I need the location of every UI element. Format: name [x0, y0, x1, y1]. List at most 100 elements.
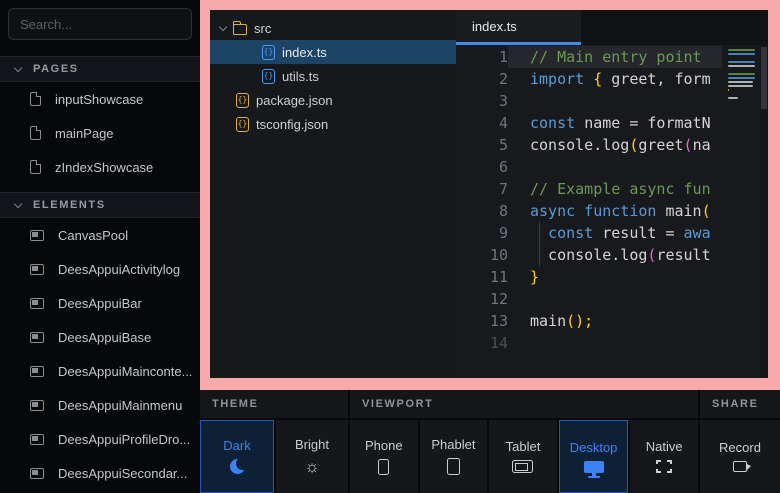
viewport-phablet-button[interactable]: Phablet — [420, 420, 488, 493]
theme-bright-button[interactable]: Bright — [276, 420, 348, 493]
sidebar-item-label: DeesAppuiMainmenu — [58, 398, 182, 413]
sidebar-item-label: inputShowcase — [55, 92, 143, 107]
sidebar-item-label: mainPage — [55, 126, 114, 141]
button-label: Native — [646, 440, 683, 453]
sidebar-item-label: DeesAppuiBar — [58, 296, 142, 311]
share-group: Record — [700, 420, 780, 493]
viewport-group: Phone Phablet Tablet Desktop Native — [350, 420, 698, 493]
chevron-down-icon — [14, 63, 22, 71]
properties-bar-buttons: Dark Bright Phone Phablet Tabl — [200, 420, 780, 493]
desktop-monitor-icon — [584, 461, 604, 473]
element-icon — [30, 400, 44, 411]
code-line: 3 — [456, 90, 722, 112]
code-line: 10 console.log(result — [456, 244, 722, 266]
json-file-icon — [236, 117, 249, 132]
search-input[interactable] — [8, 8, 192, 40]
moon-icon — [230, 459, 245, 474]
code-lines[interactable]: 1// Main entry point2import { greet, for… — [456, 46, 722, 378]
element-icon — [30, 468, 44, 479]
minimap[interactable] — [728, 49, 758, 378]
button-label: Dark — [223, 439, 250, 452]
sidebar-item-deesappuimainmenu[interactable]: DeesAppuiMainmenu — [0, 388, 200, 422]
viewport-desktop-button[interactable]: Desktop — [559, 420, 629, 493]
sidebar-item-deesappuiactivitylog[interactable]: DeesAppuiActivitylog — [0, 252, 200, 286]
chevron-down-icon — [219, 22, 227, 30]
sidebar-item-deesappuimainconte[interactable]: DeesAppuiMainconte... — [0, 354, 200, 388]
code-editor: index.ts 1// Main entry point2import { g… — [456, 10, 768, 378]
sidebar-item-inputshowcase[interactable]: inputShowcase — [0, 82, 200, 116]
sidebar-item-canvaspool[interactable]: CanvasPool — [0, 218, 200, 252]
button-label: Desktop — [570, 441, 618, 454]
page-icon — [30, 160, 41, 174]
element-icon — [30, 434, 44, 445]
tree-file-utils-ts[interactable]: utils.ts — [210, 64, 456, 88]
sidebar-item-mainpage[interactable]: mainPage — [0, 116, 200, 150]
file-tree: src index.ts utils.ts package.json tscon… — [210, 10, 456, 378]
sidebar-section-elements[interactable]: ELEMENTS — [0, 192, 200, 218]
tree-label: src — [254, 21, 271, 36]
sidebar-item-deesappuibase[interactable]: DeesAppuiBase — [0, 320, 200, 354]
element-icon — [30, 332, 44, 343]
page-icon — [30, 126, 41, 140]
sidebar-item-label: DeesAppuiMainconte... — [58, 364, 192, 379]
element-icon — [30, 366, 44, 377]
scrollbar-thumb[interactable] — [761, 47, 767, 109]
sidebar-item-zindexshowcase[interactable]: zIndexShowcase — [0, 150, 200, 184]
code-line: 14 — [456, 332, 722, 354]
code-line: 6 — [456, 156, 722, 178]
button-label: Bright — [295, 438, 329, 451]
code-line: 12 — [456, 288, 722, 310]
sidebar-item-deesappuibar[interactable]: DeesAppuiBar — [0, 286, 200, 320]
editor-tabbar: index.ts — [456, 10, 768, 45]
share-record-button[interactable]: Record — [700, 420, 780, 493]
tab-label: index.ts — [472, 19, 517, 34]
tree-label: index.ts — [282, 45, 327, 60]
phone-icon — [378, 459, 389, 475]
element-icon — [30, 264, 44, 275]
sidebar-item-label: zIndexShowcase — [55, 160, 153, 175]
tablet-icon — [512, 460, 533, 473]
tree-label: tsconfig.json — [256, 117, 328, 132]
sidebar-item-label: DeesAppuiSecondar... — [58, 466, 187, 481]
tree-label: utils.ts — [282, 69, 319, 84]
code-line: 9 const result = awa — [456, 222, 722, 244]
sidebar-item-deesappuiprofiledro[interactable]: DeesAppuiProfileDro... — [0, 422, 200, 456]
code-line: 7// Example async fun — [456, 178, 722, 200]
code-line: 13main(); — [456, 310, 722, 332]
sidebar-item-label: DeesAppuiBase — [58, 330, 151, 345]
element-icon — [30, 230, 44, 241]
tree-file-package-json[interactable]: package.json — [210, 88, 456, 112]
theme-dark-button[interactable]: Dark — [200, 420, 274, 493]
code-line: 2import { greet, form — [456, 68, 722, 90]
section-label: PAGES — [33, 63, 79, 75]
viewport-phone-button[interactable]: Phone — [350, 420, 418, 493]
demo-frame: src index.ts utils.ts package.json tscon… — [200, 0, 780, 390]
code-line: 11} — [456, 266, 722, 288]
code-line: 5console.log(greet(na — [456, 134, 722, 156]
sidebar-item-label: CanvasPool — [58, 228, 128, 243]
viewport-tablet-button[interactable]: Tablet — [489, 420, 557, 493]
ts-file-icon — [262, 69, 275, 84]
json-file-icon — [236, 93, 249, 108]
sun-icon — [304, 458, 320, 475]
tree-folder-src[interactable]: src — [210, 16, 456, 40]
folder-icon — [233, 24, 247, 35]
sidebar-section-pages[interactable]: PAGES — [0, 56, 200, 82]
video-camera-icon — [733, 461, 747, 472]
viewport-native-button[interactable]: Native — [630, 420, 698, 493]
element-icon — [30, 298, 44, 309]
ts-file-icon — [262, 45, 275, 60]
sidebar: PAGES inputShowcase mainPage zIndexShowc… — [0, 0, 200, 493]
viewport-section-label: VIEWPORT — [350, 390, 698, 418]
code-line: 8async function main( — [456, 200, 722, 222]
phablet-icon — [447, 458, 460, 475]
app-root: PAGES inputShowcase mainPage zIndexShowc… — [0, 0, 780, 493]
button-label: Tablet — [506, 440, 541, 453]
tree-file-tsconfig-json[interactable]: tsconfig.json — [210, 112, 456, 136]
editor-scrollbar — [760, 45, 768, 378]
button-label: Phablet — [431, 438, 475, 451]
tree-file-index-ts[interactable]: index.ts — [210, 40, 456, 64]
sidebar-item-deesappuisecondar[interactable]: DeesAppuiSecondar... — [0, 456, 200, 490]
properties-bar: THEME VIEWPORT SHARE Dark Bright Phone — [200, 390, 780, 493]
tab-index-ts[interactable]: index.ts — [456, 10, 581, 45]
